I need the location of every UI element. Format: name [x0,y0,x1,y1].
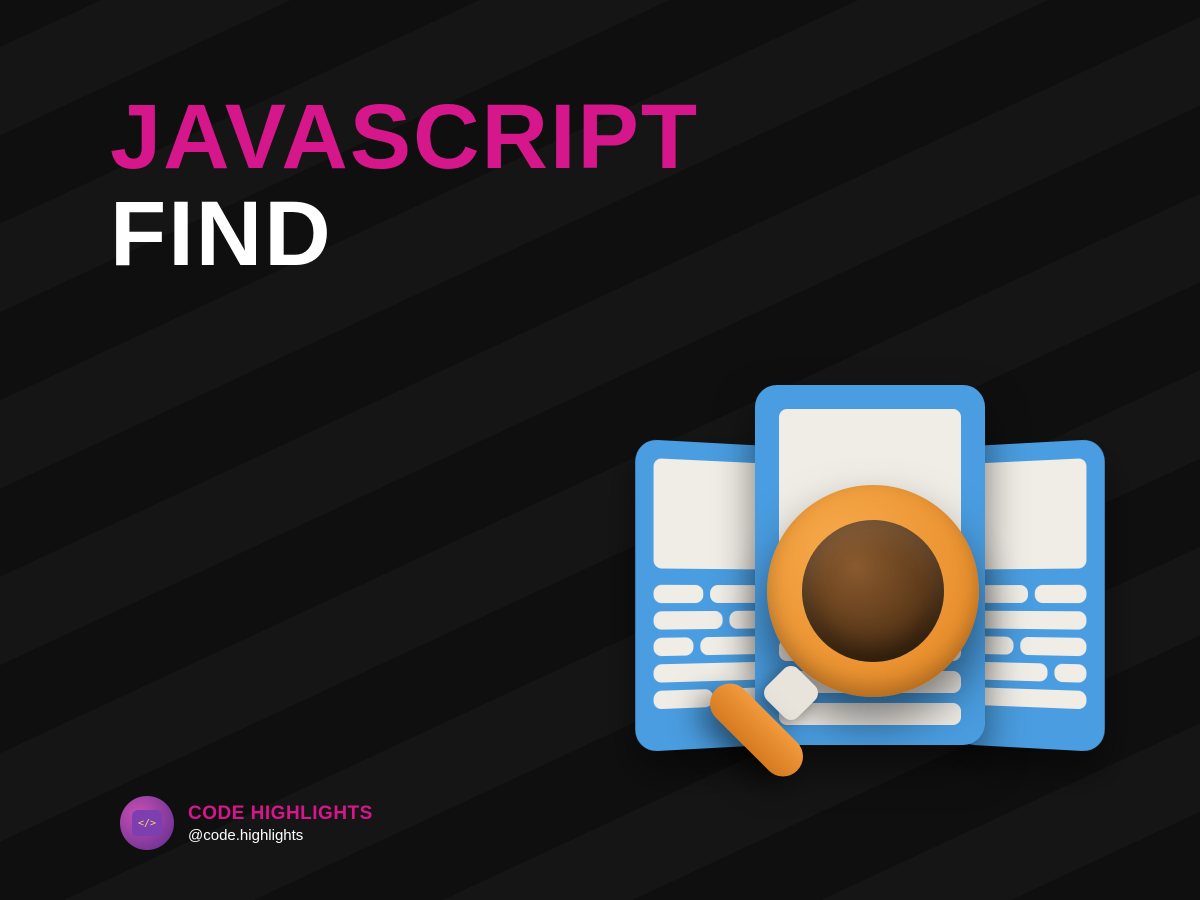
avatar: </> [120,796,174,850]
page-title: JAVASCRIPT FIND [110,85,699,287]
magnifying-glass-icon [717,485,1017,805]
brand-name: CODE HIGHLIGHTS [188,803,373,825]
title-line-2: FIND [110,182,699,287]
title-line-1: JAVASCRIPT [110,85,699,190]
brand-badge: </> CODE HIGHLIGHTS @code.highlights [120,796,373,850]
avatar-glyph: </> [132,810,162,836]
search-documents-icon [635,365,1105,805]
hero-card: JAVASCRIPT FIND [0,0,1200,900]
brand-handle: @code.highlights [188,827,373,844]
